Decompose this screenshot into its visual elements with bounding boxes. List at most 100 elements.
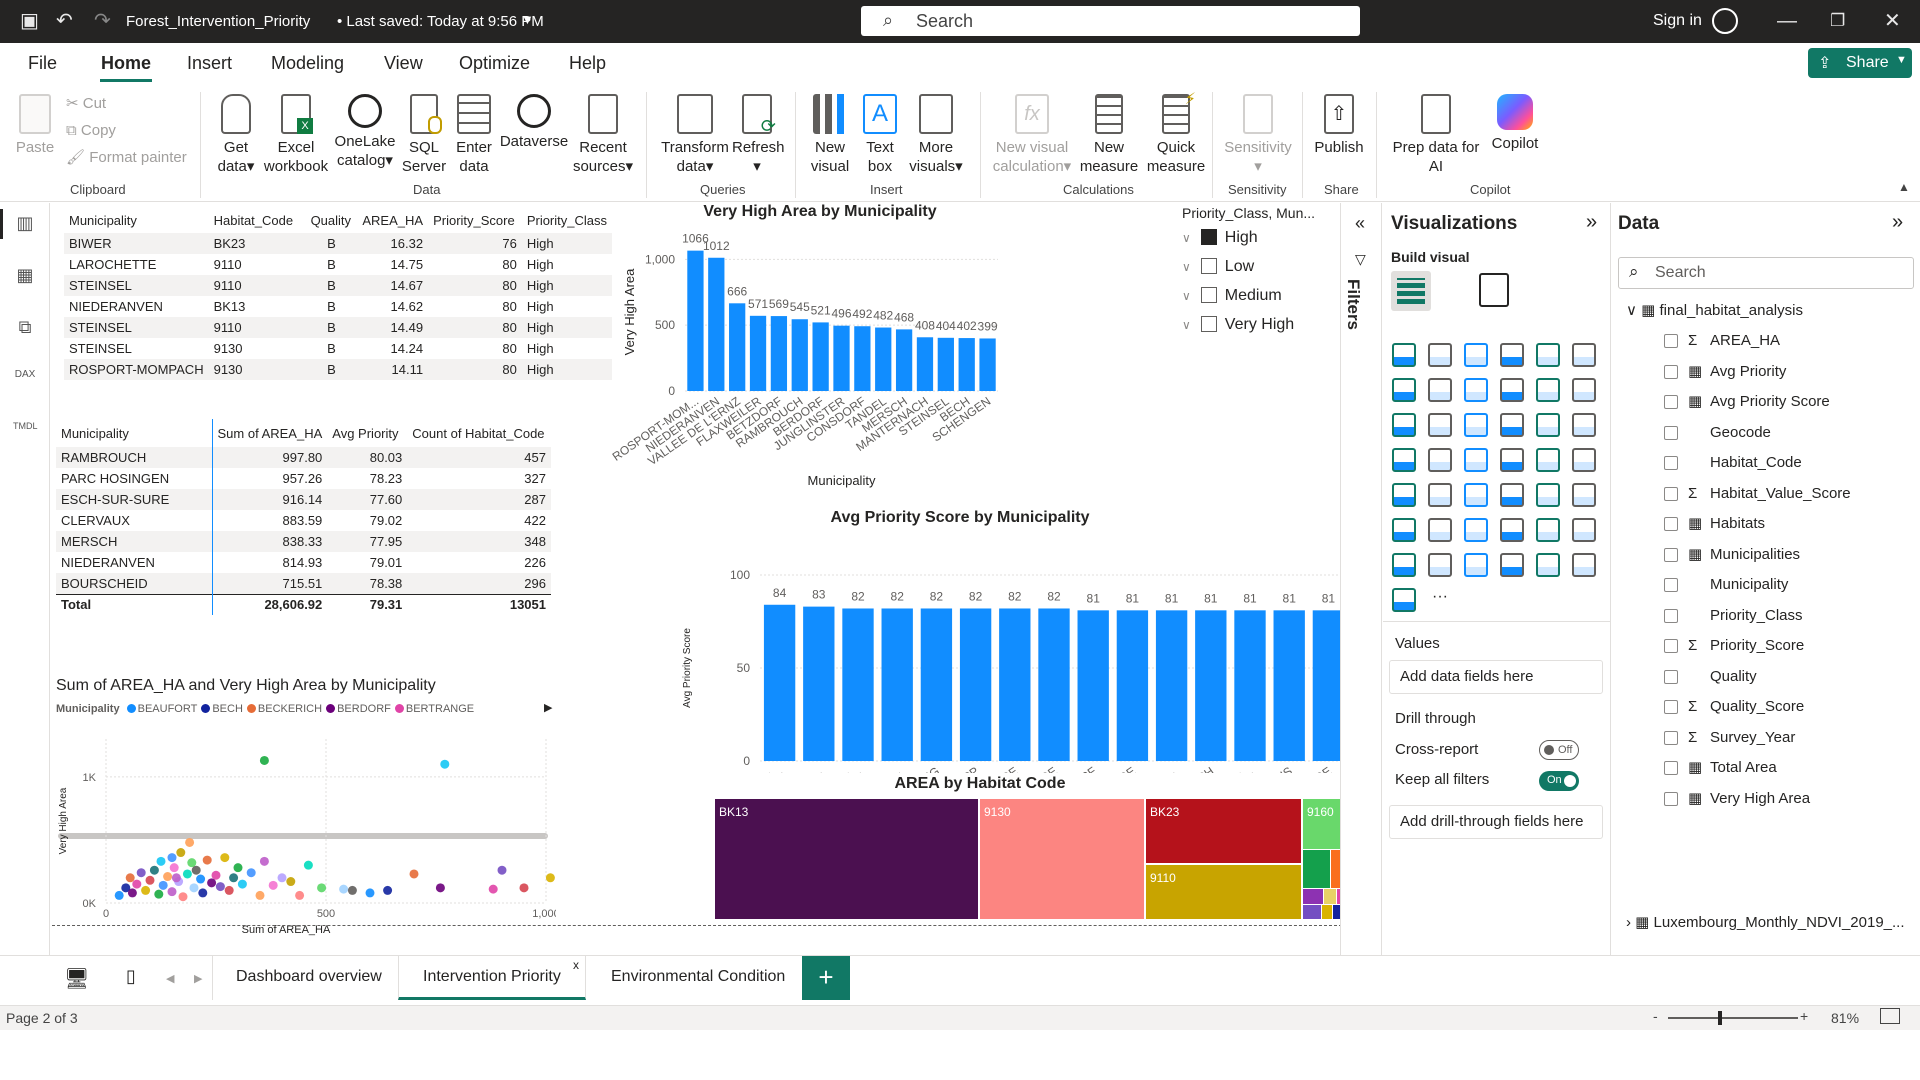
line-chart-icon[interactable] bbox=[1392, 378, 1416, 402]
menu-view[interactable]: View bbox=[384, 53, 423, 74]
onelake-catalog-button[interactable]: OneLake catalog▾ bbox=[334, 94, 396, 170]
field-item[interactable]: Habitat_Code bbox=[1710, 450, 1802, 476]
transform-data-button[interactable]: Transform data▾ bbox=[660, 94, 730, 176]
area-chart-icon[interactable] bbox=[1428, 378, 1452, 402]
title-dropdown-icon[interactable]: ▼ bbox=[521, 12, 534, 27]
avatar-icon[interactable] bbox=[1712, 8, 1738, 34]
dax-query-view-icon[interactable]: DAX bbox=[13, 369, 37, 393]
field-item[interactable]: Habitat_Value_Score bbox=[1710, 481, 1851, 507]
table-row[interactable]: LAROCHETTE 9110 B 14.75 80 High bbox=[64, 254, 612, 275]
field-checkbox[interactable] bbox=[1664, 791, 1678, 806]
field-checkbox[interactable] bbox=[1664, 486, 1678, 501]
table-icon[interactable] bbox=[1500, 483, 1524, 507]
tmdl-view-icon[interactable]: TMDL bbox=[13, 421, 38, 445]
table-row[interactable]: NIEDERANVEN BK13 B 14.62 80 High bbox=[64, 296, 612, 317]
tab-environmental-condition[interactable]: Environmental Condition bbox=[611, 968, 785, 986]
checkbox[interactable] bbox=[1200, 258, 1217, 274]
zoom-out-button[interactable]: - bbox=[1653, 1008, 1658, 1024]
matrix-icon[interactable] bbox=[1536, 483, 1560, 507]
field-checkbox[interactable] bbox=[1664, 730, 1678, 745]
column-header[interactable]: Priority_Score bbox=[428, 207, 522, 233]
field-item[interactable]: Municipality bbox=[1710, 572, 1788, 598]
paste-button[interactable]: Paste bbox=[14, 94, 56, 157]
menu-help[interactable]: Help bbox=[569, 53, 606, 74]
python-icon[interactable] bbox=[1392, 518, 1416, 542]
cross-report-toggle[interactable]: Off bbox=[1539, 740, 1579, 760]
close-icon[interactable]: ✕ bbox=[1884, 8, 1901, 34]
donut-icon[interactable] bbox=[1572, 413, 1596, 437]
table-row[interactable]: RAMBROUCH 997.80 80.03 457 bbox=[56, 447, 551, 468]
field-item[interactable]: Quality_Score bbox=[1710, 694, 1804, 720]
avg-priority-bar-chart[interactable]: Avg Priority Score by Municipality 0 50 10… bbox=[630, 503, 1360, 773]
table-row[interactable]: BIWER BK23 B 16.32 76 High bbox=[64, 233, 612, 254]
collapse-ribbon-icon[interactable]: ▲ bbox=[1898, 180, 1910, 194]
undo-icon[interactable]: ↶ bbox=[56, 8, 73, 34]
checkbox-checked[interactable] bbox=[1200, 229, 1217, 245]
zoom-slider[interactable] bbox=[1668, 1017, 1798, 1019]
field-item[interactable]: Priority_Class bbox=[1710, 603, 1803, 629]
field-checkbox[interactable] bbox=[1664, 517, 1678, 531]
column-header[interactable]: AREA_HA bbox=[357, 207, 428, 233]
table-row[interactable]: STEINSEL 9110 B 14.49 80 High bbox=[64, 317, 612, 338]
report-view-icon[interactable]: ▥ bbox=[13, 213, 37, 237]
filled-map-icon[interactable] bbox=[1464, 448, 1488, 472]
checkbox[interactable] bbox=[1200, 316, 1217, 332]
slicer-item-very-high[interactable]: ∨ Very High bbox=[1182, 316, 1294, 334]
ellipsis-icon[interactable]: ··· bbox=[1428, 588, 1452, 612]
add-page-button[interactable]: + bbox=[802, 956, 850, 1000]
column-header[interactable]: Habitat_Code bbox=[209, 207, 306, 233]
text-box-button[interactable]: A Text box bbox=[858, 94, 902, 176]
copilot-button[interactable]: Copilot bbox=[1480, 94, 1550, 153]
more-icon[interactable] bbox=[1392, 588, 1416, 612]
100-bar-icon[interactable] bbox=[1536, 343, 1560, 367]
100-column-icon[interactable] bbox=[1572, 343, 1596, 367]
column-header[interactable]: Avg Priority bbox=[327, 419, 407, 447]
tab-intervention-priority[interactable]: Intervention Priority x bbox=[398, 956, 586, 1000]
field-checkbox[interactable] bbox=[1664, 425, 1678, 440]
slicer-item-high[interactable]: ∨ High bbox=[1182, 229, 1258, 247]
r-visual-icon[interactable] bbox=[1572, 483, 1596, 507]
treemap-tile[interactable]: BK23 bbox=[1146, 799, 1301, 864]
filters-pane-collapsed[interactable]: « ▽ Filters bbox=[1340, 203, 1382, 1003]
zoom-slider-thumb[interactable] bbox=[1718, 1011, 1722, 1025]
column-header[interactable]: Count of Habitat_Code bbox=[407, 419, 551, 447]
very-high-area-bar-chart[interactable]: Very High Area by Municipality 0 500 1,000… bbox=[610, 203, 1130, 493]
field-checkbox[interactable] bbox=[1664, 334, 1678, 348]
field-item[interactable]: Habitats bbox=[1710, 511, 1765, 537]
field-item[interactable]: Avg Priority bbox=[1710, 359, 1786, 385]
keep-all-filters-toggle[interactable]: On bbox=[1539, 771, 1579, 791]
recent-sources-button[interactable]: Recent sources▾ bbox=[570, 94, 636, 176]
legend-item[interactable]: BEAUFORT bbox=[126, 703, 197, 715]
diamond-icon[interactable] bbox=[1572, 553, 1596, 577]
clustered-bar-icon[interactable] bbox=[1464, 343, 1488, 367]
gauge-icon[interactable] bbox=[1572, 448, 1596, 472]
field-checkbox[interactable] bbox=[1664, 608, 1678, 623]
image-icon[interactable] bbox=[1500, 553, 1524, 577]
field-checkbox[interactable] bbox=[1664, 456, 1678, 470]
field-checkbox[interactable] bbox=[1664, 395, 1678, 409]
field-checkbox[interactable] bbox=[1664, 578, 1678, 592]
fit-to-page-icon[interactable] bbox=[1880, 1008, 1900, 1024]
table-row[interactable]: CLERVAUX 883.59 79.02 422 bbox=[56, 510, 551, 531]
column-header[interactable]: Municipality bbox=[56, 419, 212, 447]
treemap-tile[interactable] bbox=[1324, 889, 1336, 904]
get-data-button[interactable]: Get data▾ bbox=[208, 94, 264, 176]
scatter-chart-visual[interactable]: Sum of AREA_HA and Very High Area by Mun… bbox=[56, 671, 556, 936]
new-measure-button[interactable]: New measure bbox=[1076, 94, 1142, 176]
sql-server-button[interactable]: SQL Server bbox=[400, 94, 448, 176]
table-row[interactable]: PARC HOSINGEN 957.26 78.23 327 bbox=[56, 468, 551, 489]
field-checkbox[interactable] bbox=[1664, 547, 1678, 562]
collapse-data-icon[interactable]: » bbox=[1892, 211, 1903, 234]
minimize-icon[interactable]: — bbox=[1777, 8, 1797, 34]
mobile-layout-icon[interactable]: ▯ bbox=[126, 966, 136, 987]
column-header[interactable]: Municipality bbox=[64, 207, 209, 233]
prep-data-for-ai-button[interactable]: Prep data for AI bbox=[1386, 94, 1486, 176]
shape-map-icon[interactable] bbox=[1500, 448, 1524, 472]
power-automate-icon[interactable] bbox=[1428, 553, 1452, 577]
checkbox[interactable] bbox=[1200, 287, 1217, 303]
refresh-button[interactable]: ⟳ Refresh ▾ bbox=[732, 94, 785, 176]
slicer-item-low[interactable]: ∨ Low bbox=[1182, 258, 1254, 276]
power-apps-icon[interactable] bbox=[1392, 553, 1416, 577]
waterfall-icon[interactable] bbox=[1428, 413, 1452, 437]
expand-filters-icon[interactable]: « bbox=[1355, 213, 1365, 234]
